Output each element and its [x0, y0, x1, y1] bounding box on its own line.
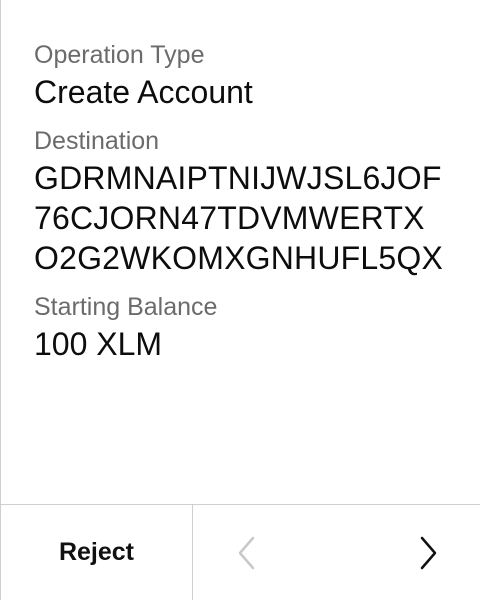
page-navigation [193, 505, 480, 600]
destination-label: Destination [34, 127, 160, 155]
starting-balance-label: Starting Balance [34, 293, 218, 321]
reject-button[interactable]: Reject [1, 505, 193, 600]
chevron-right-icon[interactable] [416, 535, 440, 571]
transaction-review-screen: Operation Type Create Account Destinatio… [0, 0, 480, 600]
chevron-left-icon[interactable] [235, 535, 259, 571]
destination-value: GDRMNAIPTNIJWJSL6JOF76CJORN47TDVMWERTXO2… [34, 160, 444, 276]
transaction-details: Operation Type Create Account Destinatio… [34, 38, 460, 364]
starting-balance-value: 100 XLM [34, 326, 163, 362]
operation-type-value: Create Account [34, 74, 253, 110]
action-footer: Reject [1, 504, 480, 600]
operation-type-label: Operation Type [34, 41, 205, 69]
